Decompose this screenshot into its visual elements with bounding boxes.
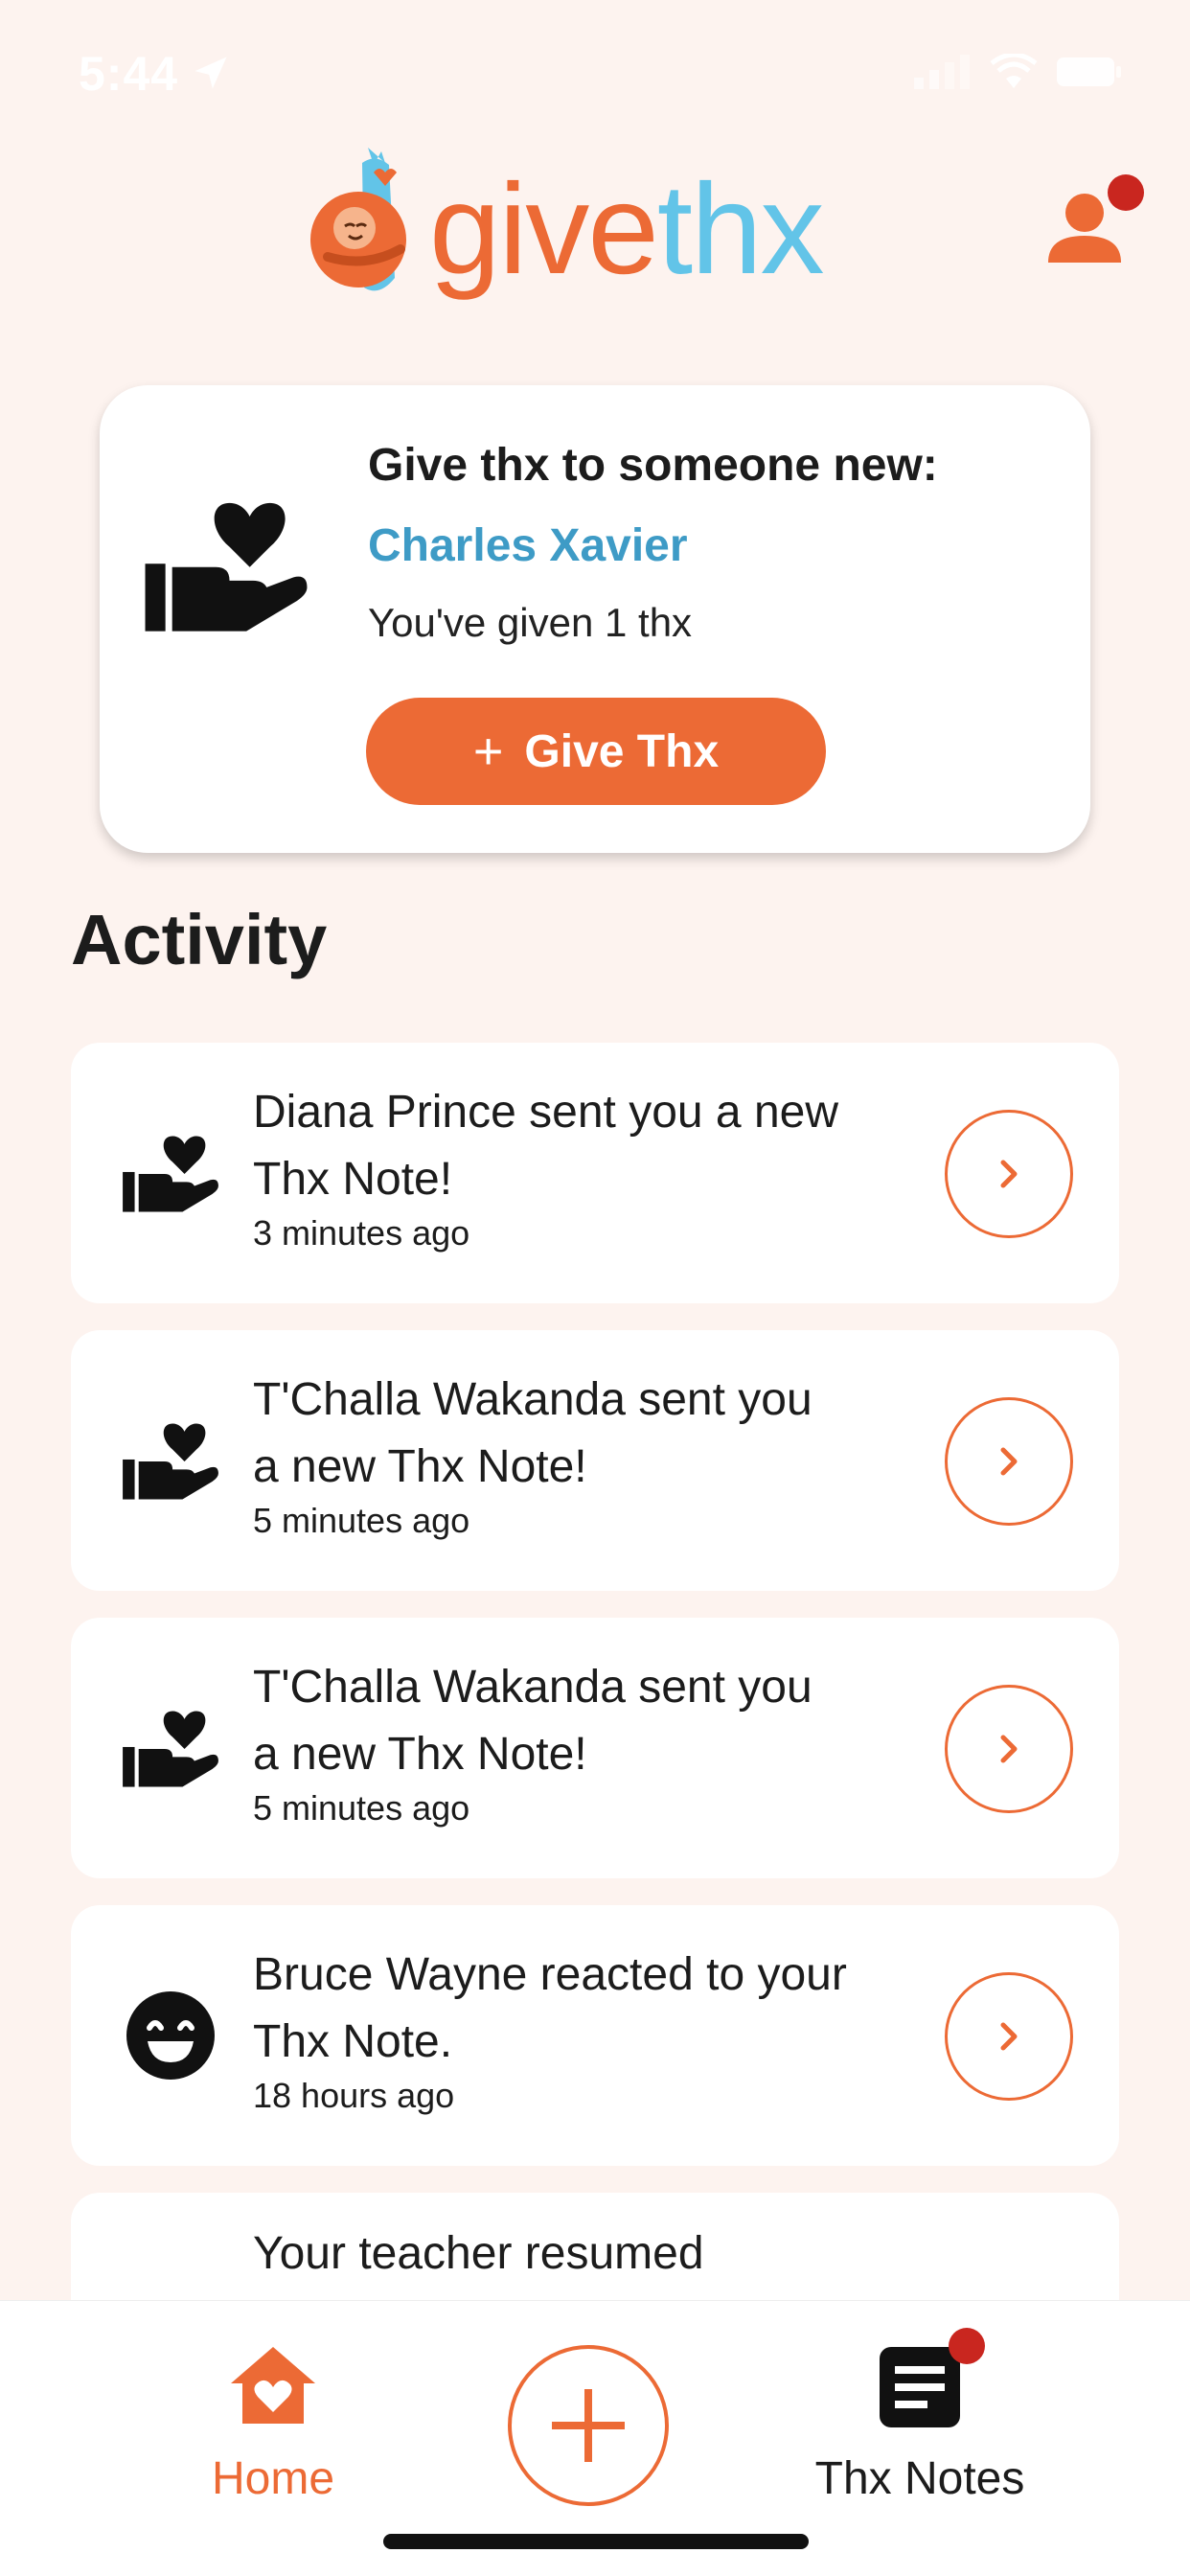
logo-give-text: give bbox=[429, 158, 659, 301]
logo-wordmark: givethx bbox=[429, 166, 825, 294]
status-bar: 5:44 bbox=[0, 0, 1190, 144]
activity-text: T'Challa Wakanda sent you a new Thx Note… bbox=[253, 1374, 812, 1492]
hand-heart-icon bbox=[123, 1423, 218, 1500]
hand-heart-icon bbox=[123, 1711, 218, 1787]
thx-count: You've given 1 thx bbox=[368, 600, 693, 645]
status-time: 5:44 bbox=[79, 47, 179, 101]
tab-thx-notes[interactable]: Thx Notes bbox=[786, 2328, 1054, 2505]
home-heart-icon bbox=[231, 2347, 315, 2424]
give-thx-card: Give thx to someone new: Charles Xavier … bbox=[100, 385, 1090, 853]
battery-icon bbox=[1057, 58, 1121, 86]
chevron-right-icon bbox=[1000, 1160, 1018, 1188]
home-indicator bbox=[383, 2534, 809, 2549]
list-item[interactable]: Bruce Wayne reacted to your Thx Note. 18… bbox=[71, 1905, 1119, 2166]
activity-time: 3 minutes ago bbox=[253, 1213, 470, 1253]
open-activity-button[interactable] bbox=[945, 1397, 1073, 1526]
give-card-title: Give thx to someone new: bbox=[368, 440, 938, 491]
give-thx-button-label: Give Thx bbox=[524, 725, 720, 777]
open-activity-button[interactable] bbox=[945, 1685, 1073, 1813]
location-arrow-icon bbox=[195, 57, 227, 89]
activity-heading: Activity bbox=[71, 900, 328, 979]
smiley-icon bbox=[126, 1991, 215, 2080]
wifi-icon bbox=[990, 54, 1038, 88]
give-thx-button[interactable]: + Give Thx bbox=[366, 698, 826, 805]
list-item[interactable]: T'Challa Wakanda sent you a new Thx Note… bbox=[71, 1618, 1119, 1878]
activity-text: Diana Prince sent you a new Thx Note! bbox=[253, 1087, 839, 1205]
tab-home-label: Home bbox=[211, 2453, 335, 2504]
hand-heart-icon bbox=[145, 502, 308, 632]
givethx-logo: givethx bbox=[309, 144, 825, 307]
open-activity-button[interactable] bbox=[945, 1110, 1073, 1238]
profile-button[interactable] bbox=[1039, 174, 1144, 280]
list-item[interactable]: T'Challa Wakanda sent you a new Thx Note… bbox=[71, 1330, 1119, 1591]
notification-dot bbox=[1108, 174, 1144, 211]
activity-text: Bruce Wayne reacted to your Thx Note. bbox=[253, 1949, 847, 2067]
chevron-right-icon bbox=[1000, 2022, 1018, 2051]
plus-icon bbox=[552, 2389, 625, 2462]
activity-time: 18 hours ago bbox=[253, 2076, 455, 2115]
status-indicators bbox=[914, 54, 1123, 90]
hand-heart-icon bbox=[123, 1136, 218, 1212]
tab-thx-notes-label: Thx Notes bbox=[814, 2453, 1025, 2504]
chevron-right-icon bbox=[1000, 1735, 1018, 1763]
tab-home[interactable]: Home bbox=[153, 2339, 393, 2505]
list-item[interactable]: Diana Prince sent you a new Thx Note! 3 … bbox=[71, 1043, 1119, 1303]
recipient-name[interactable]: Charles Xavier bbox=[368, 519, 688, 572]
plus-icon: + bbox=[472, 723, 504, 780]
notification-dot bbox=[949, 2328, 985, 2364]
logo-thx-text: thx bbox=[656, 158, 825, 301]
activity-text: T'Challa Wakanda sent you a new Thx Note… bbox=[253, 1662, 812, 1780]
activity-time: 5 minutes ago bbox=[253, 1501, 470, 1540]
activity-text: Your teacher resumed bbox=[253, 2228, 704, 2279]
activity-time: 5 minutes ago bbox=[253, 1788, 470, 1828]
sloth-mascot-icon bbox=[310, 148, 406, 291]
open-activity-button[interactable] bbox=[945, 1972, 1073, 2101]
signal-icon bbox=[914, 55, 970, 89]
add-button[interactable] bbox=[508, 2345, 669, 2506]
chevron-right-icon bbox=[1000, 1447, 1018, 1476]
app-header: givethx bbox=[0, 134, 1190, 326]
